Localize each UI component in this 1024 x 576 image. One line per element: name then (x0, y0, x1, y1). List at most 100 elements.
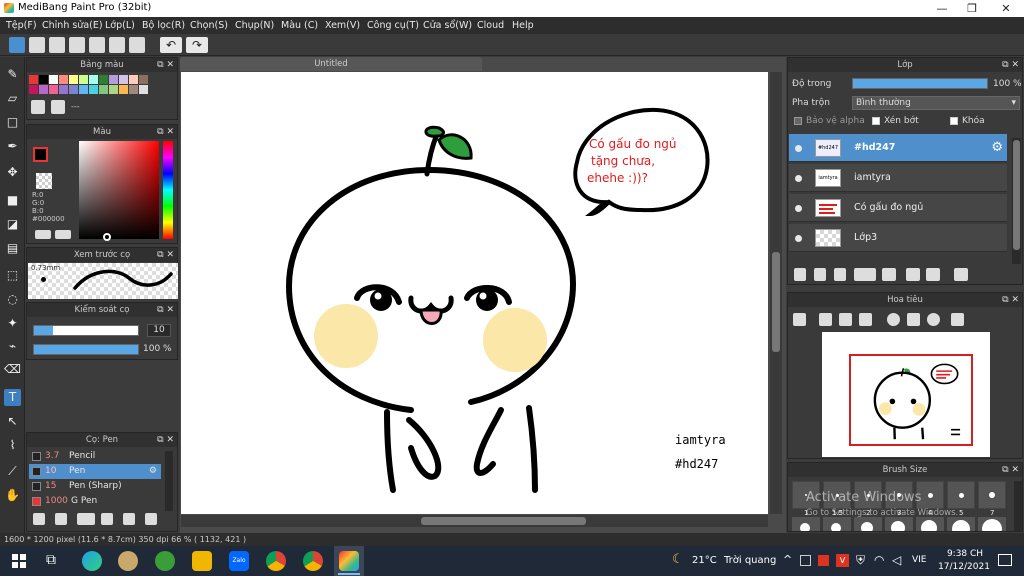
fit-window-icon[interactable] (907, 313, 920, 326)
menu-window[interactable]: Cửa sổ(W) (423, 20, 472, 31)
bucket-tool-icon[interactable]: ◪ (4, 216, 21, 233)
comment-icon[interactable] (49, 37, 65, 53)
flip-icon[interactable] (951, 313, 964, 326)
minimize-button[interactable]: — (926, 0, 958, 17)
palette-swatch[interactable] (39, 85, 48, 94)
add-layer-menu-icon[interactable] (854, 268, 876, 281)
panel-close-icon[interactable]: ⧉ ✕ (1002, 293, 1019, 307)
menu-tools[interactable]: Công cụ(T) (367, 20, 419, 31)
palette-swatch[interactable] (89, 85, 98, 94)
layer-item[interactable]: Lớp3 (789, 224, 1007, 252)
palette-swatch[interactable] (129, 85, 138, 94)
layer-opacity-slider[interactable] (852, 78, 988, 89)
menu-layer[interactable]: Lớp(L) (105, 20, 135, 31)
zalo-icon[interactable]: Zalo (229, 551, 249, 571)
app-icon[interactable] (118, 551, 138, 571)
brush-item-pen-sharp[interactable]: 15 Pen (Sharp) (29, 479, 169, 494)
brush-folder-icon[interactable] (123, 513, 135, 525)
panel-close-icon[interactable]: ⧉ ✕ (1002, 58, 1019, 72)
undo-icon[interactable]: ↶ (160, 37, 182, 53)
brush-item-pen[interactable]: 10 Pen ⚙ (29, 464, 161, 479)
message-icon[interactable] (69, 37, 85, 53)
menu-select[interactable]: Chọn(S) (190, 20, 228, 31)
palette-swatch[interactable] (109, 75, 118, 84)
magic-wand-tool-icon[interactable]: ✦ (4, 315, 21, 332)
zoom-in-icon[interactable] (793, 313, 806, 326)
panel-close-icon[interactable]: ⧉ ✕ (157, 433, 174, 447)
menu-filter[interactable]: Bộ lọc(R) (142, 20, 185, 31)
color-picker-handle[interactable] (103, 233, 111, 241)
eraser-tool-icon[interactable]: ▱ (4, 90, 21, 107)
gradient-tool-icon[interactable]: ▤ (4, 240, 21, 257)
brush-copy-icon[interactable] (101, 513, 113, 525)
menu-help[interactable]: Help (512, 20, 534, 31)
palette-swatch[interactable] (109, 85, 118, 94)
maximize-button[interactable]: ❐ (956, 0, 988, 17)
file-explorer-icon[interactable] (192, 551, 212, 571)
protect-alpha-checkbox[interactable] (794, 117, 802, 125)
select-pen-tool-icon[interactable]: ⌁ (4, 338, 21, 355)
document-tab[interactable]: Untitled (180, 57, 482, 71)
layer-item[interactable]: #hd247 #hd247 ⚙ (789, 134, 1007, 162)
brush-size-row2[interactable] (823, 517, 851, 531)
palette-swatch[interactable] (99, 75, 108, 84)
layer-item[interactable]: iamtyra iamtyra (789, 164, 1007, 192)
panel-close-icon[interactable]: ⧉ ✕ (1002, 463, 1019, 477)
fill-rect-tool-icon[interactable]: ■ (4, 192, 21, 209)
palette-swatch[interactable] (139, 75, 148, 84)
text-tool-icon[interactable]: T (4, 389, 21, 406)
rectangle-tool-icon[interactable]: □ (4, 114, 21, 131)
drawing-canvas[interactable]: Có gấu đo ngủ tặng chưa, ehehe :))? iamt… (181, 72, 768, 514)
brush-duplicate-icon[interactable] (145, 513, 157, 525)
palette-swatch[interactable] (79, 75, 88, 84)
palette-swatch[interactable] (49, 85, 58, 94)
brush-tool-icon[interactable]: ✎ (4, 66, 21, 83)
tray-shield-icon[interactable]: ⛨ (856, 553, 865, 568)
blend-mode-select[interactable]: Bình thường ▾ (852, 96, 1020, 110)
actual-size-icon[interactable] (859, 313, 872, 326)
brush-menu-icon[interactable] (77, 513, 95, 525)
close-button[interactable]: ✕ (990, 0, 1022, 17)
brush-size-scrollbar[interactable] (1014, 481, 1022, 531)
dropper-tool-icon[interactable]: ⌇ (4, 437, 21, 454)
palette-swatch[interactable] (59, 85, 68, 94)
delete-palette-icon[interactable] (51, 100, 65, 114)
palette-swatches[interactable] (28, 74, 156, 94)
brush-size-row2[interactable] (916, 517, 944, 531)
palette-swatch[interactable] (129, 75, 138, 84)
color-mode-icon[interactable] (35, 230, 51, 239)
weather-temp[interactable]: 21°C (692, 555, 717, 566)
layer-scrollbar[interactable] (1012, 138, 1021, 264)
pen-tool-icon[interactable]: ✒ (4, 138, 21, 155)
panels-icon[interactable] (129, 37, 145, 53)
lasso-tool-icon[interactable]: ◌ (4, 291, 21, 308)
select-eraser-tool-icon[interactable]: ⌫ (4, 361, 21, 378)
rotate-right-icon[interactable] (927, 313, 940, 326)
brush-list-scrollbar[interactable] (165, 451, 173, 511)
notification-icon[interactable] (998, 554, 1012, 566)
brush-size-row2[interactable] (792, 517, 820, 531)
brush-item-g-pen[interactable]: 1000 G Pen (29, 494, 169, 509)
volume-icon[interactable]: ◁ (892, 553, 901, 567)
cloud-icon[interactable] (9, 37, 25, 53)
panel-close-icon[interactable]: ⧉ ✕ (157, 303, 174, 317)
new-halftone-layer-icon[interactable] (814, 268, 826, 281)
document-icon[interactable] (89, 37, 105, 53)
wifi-icon[interactable]: ◠ (874, 553, 884, 567)
palette-swatch[interactable] (29, 85, 38, 94)
new-layer-icon[interactable] (794, 268, 806, 281)
panel-close-icon[interactable]: ⧉ ✕ (157, 58, 174, 72)
brush-size-7[interactable]: 7 (978, 481, 1006, 517)
chrome-profile-icon[interactable] (303, 551, 323, 571)
brush-size-row2[interactable] (854, 517, 882, 531)
language-indicator[interactable]: VIE (912, 555, 927, 565)
green-app-icon[interactable] (155, 551, 175, 571)
layer-settings-icon[interactable]: ⚙ (991, 140, 1003, 155)
share-icon[interactable] (29, 37, 45, 53)
brush-size-row2[interactable] (947, 517, 975, 531)
operation-tool-icon[interactable]: ↖ (4, 413, 21, 430)
eye-icon[interactable] (795, 235, 802, 242)
palette-swatch[interactable] (139, 85, 148, 94)
layer-item[interactable]: Có gấu đo ngủ (789, 194, 1007, 222)
vertical-scroll-thumb[interactable] (772, 252, 780, 352)
